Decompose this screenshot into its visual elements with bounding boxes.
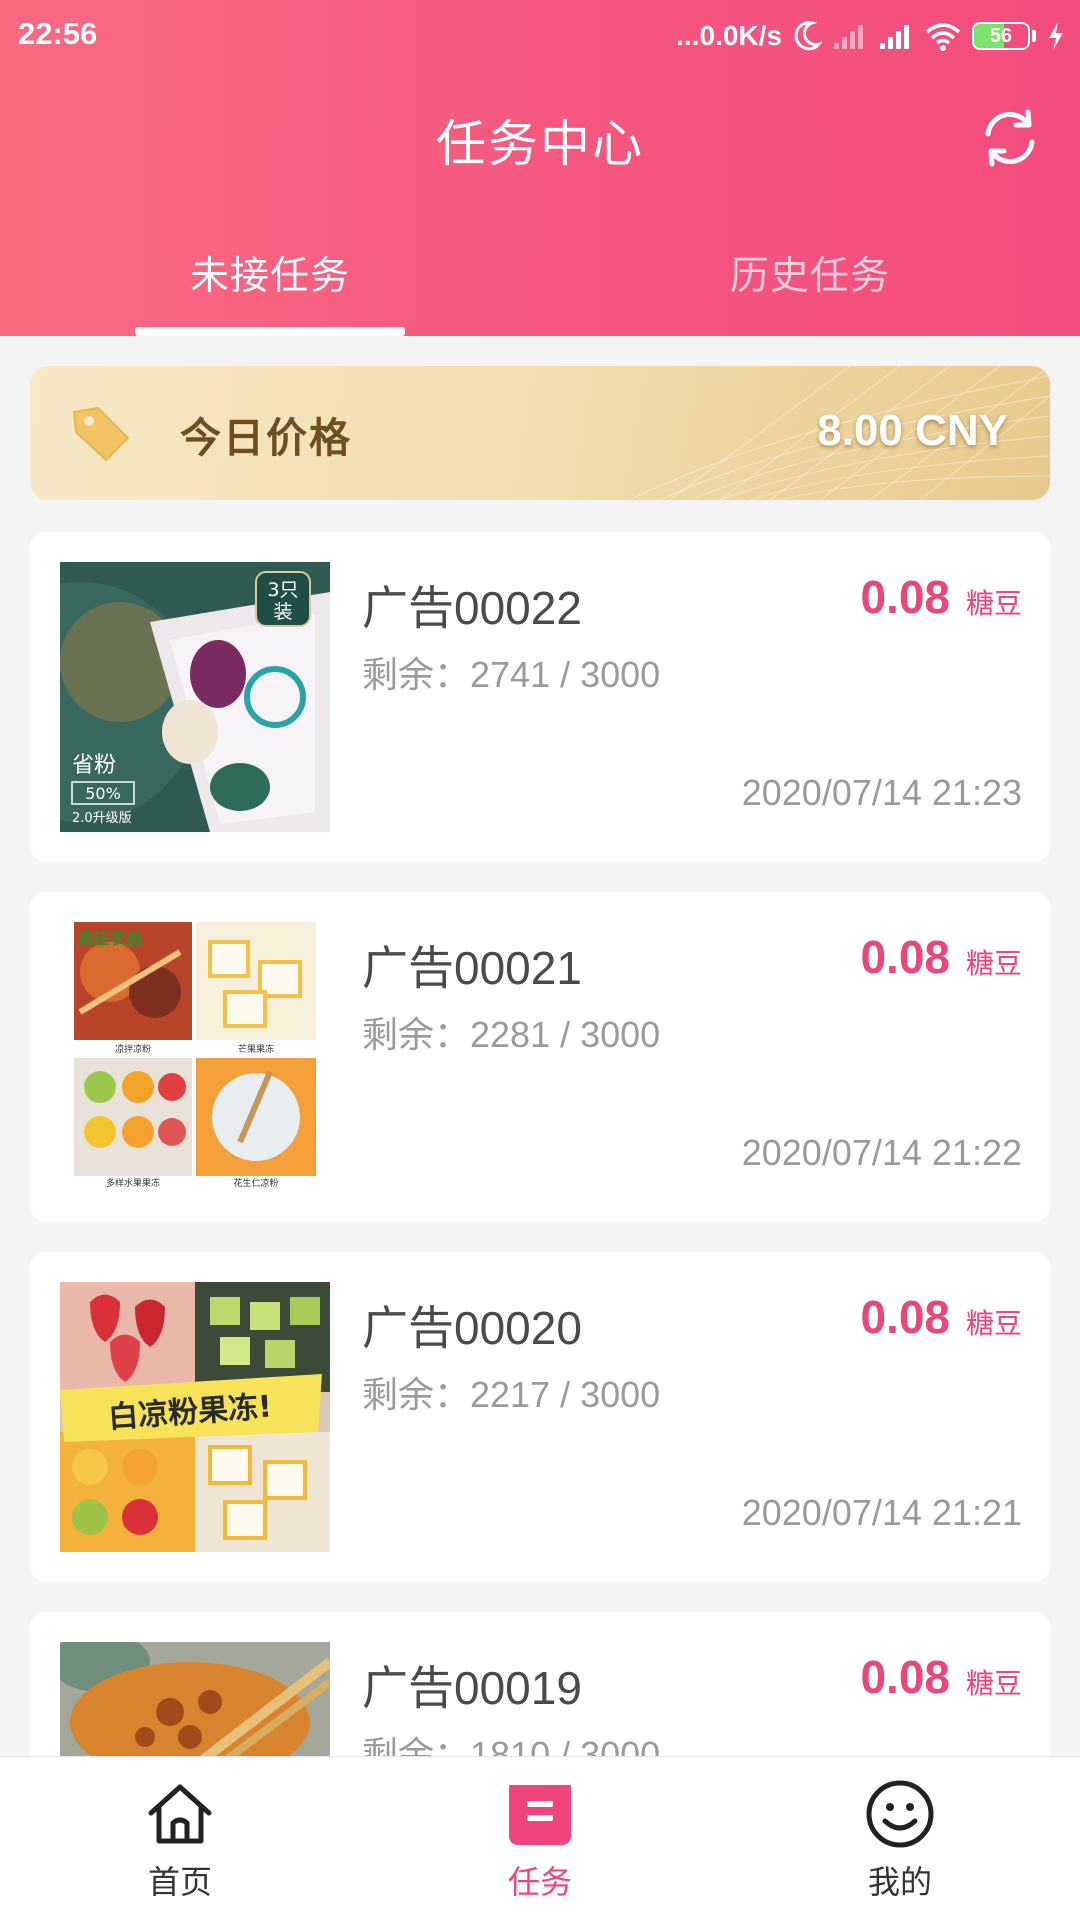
- reward-unit: 糖豆: [965, 947, 1022, 980]
- thumb-caption-4: 花生仁凉粉: [233, 1177, 278, 1189]
- tab-history-tasks[interactable]: 历史任务: [540, 245, 1080, 301]
- moon-icon: [794, 21, 822, 51]
- charging-icon: [1049, 22, 1063, 50]
- product-image-white-jelly: 白凉粉果冻!: [60, 1282, 330, 1552]
- battery-icon: 56: [972, 22, 1036, 50]
- task-title: 广告00020: [362, 1302, 582, 1354]
- product-image-sponges: 3只 装 省粉 50% 2.0升级版: [60, 562, 330, 832]
- task-time: 2020/07/14 21:22: [741, 1132, 1022, 1173]
- thumb-caption-2: 芒果果冻: [238, 1043, 274, 1055]
- thumb-brand: 森庄农品: [78, 929, 142, 948]
- reward-amount: 0.08: [860, 1651, 950, 1703]
- app-header: 22:56 ...0.0K/s 56 任务中心 未接任务 历史任务: [0, 0, 1080, 336]
- network-speed: ...0.0K/s: [676, 20, 782, 51]
- task-title: 广告00019: [362, 1662, 582, 1714]
- nav-item-tasks[interactable]: 任务: [360, 1757, 720, 1920]
- reward-unit: 糖豆: [965, 1307, 1022, 1340]
- nav-label-mine: 我的: [867, 1863, 932, 1901]
- task-reward: 0.08 糖豆: [860, 930, 1022, 984]
- task-remaining: 剩余：2741 / 3000: [362, 654, 661, 695]
- reward-amount: 0.08: [860, 1291, 950, 1343]
- task-card[interactable]: 白凉粉果冻! 广告00020 0.08 糖豆 剩余：2217 / 3000 20…: [30, 1252, 1050, 1582]
- signal-weak-icon: [834, 25, 863, 49]
- price-label: 今日价格: [180, 414, 352, 462]
- task-remaining: 剩余：2281 / 3000: [362, 1014, 661, 1055]
- task-remaining: 剩余：2217 / 3000: [362, 1374, 661, 1415]
- nav-label-tasks: 任务: [507, 1863, 572, 1901]
- nav-item-mine[interactable]: 我的: [720, 1757, 1080, 1920]
- signal-icon: [880, 25, 909, 49]
- task-reward: 0.08 糖豆: [860, 1290, 1022, 1344]
- battery-level: 56: [989, 25, 1013, 47]
- status-bar: 22:56 ...0.0K/s 56: [0, 0, 1080, 72]
- product-image-lotus-root: [60, 1642, 330, 1756]
- task-reward: 0.08 糖豆: [860, 570, 1022, 624]
- reward-unit: 糖豆: [965, 1667, 1022, 1700]
- reward-amount: 0.08: [860, 571, 950, 623]
- bottom-nav: 首页 任务 我的: [0, 1756, 1080, 1920]
- status-time: 22:56: [18, 16, 98, 51]
- reward-amount: 0.08: [860, 931, 950, 983]
- thumb-caption: 省粉: [72, 753, 116, 778]
- thumb-caption-3: 多样水果果冻: [106, 1177, 160, 1189]
- wifi-icon: [925, 23, 961, 51]
- thumb-sub: 2.0升级版: [72, 811, 132, 826]
- task-card[interactable]: 森庄农品 凉拌凉粉 芒果果冻 多样水果果冻 花生仁凉粉 广告00021 0.08…: [30, 892, 1050, 1222]
- task-card[interactable]: 3只 装 省粉 50% 2.0升级版 广告00022 0.08 糖豆 剩余：27…: [30, 532, 1050, 862]
- thumb-badge-line1: 3只: [267, 579, 298, 601]
- nav-item-home[interactable]: 首页: [0, 1757, 360, 1920]
- task-remaining: 剩余：1810 / 3000: [362, 1734, 661, 1756]
- task-reward: 0.08 糖豆: [860, 1650, 1022, 1704]
- task-list[interactable]: 3只 装 省粉 50% 2.0升级版 广告00022 0.08 糖豆 剩余：27…: [0, 500, 1080, 1756]
- status-indicators: ...0.0K/s 56: [676, 14, 1066, 58]
- today-price-banner: 今日价格 8.00 CNY: [30, 366, 1050, 500]
- task-icon: [509, 1785, 571, 1845]
- task-title: 广告00021: [362, 942, 582, 994]
- nav-label-home: 首页: [147, 1863, 212, 1901]
- task-card[interactable]: 广告00019 0.08 糖豆 剩余：1810 / 3000: [30, 1612, 1050, 1756]
- task-time: 2020/07/14 21:23: [741, 772, 1022, 813]
- product-image-jelly-collage: 森庄农品 凉拌凉粉 芒果果冻 多样水果果冻 花生仁凉粉: [60, 922, 330, 1192]
- task-time: 2020/07/14 21:21: [741, 1492, 1022, 1533]
- task-thumbnail: 森庄农品 凉拌凉粉 芒果果冻 多样水果果冻 花生仁凉粉: [60, 922, 330, 1192]
- thumb-percent: 50%: [85, 784, 121, 803]
- tab-pending-tasks[interactable]: 未接任务: [0, 245, 540, 301]
- page-title: 任务中心: [436, 115, 644, 173]
- tab-active-indicator: [135, 327, 405, 336]
- thumb-badge-line2: 装: [273, 601, 292, 623]
- thumb-caption-1: 凉拌凉粉: [115, 1043, 151, 1055]
- refresh-icon[interactable]: [976, 104, 1044, 172]
- task-title: 广告00022: [362, 582, 582, 634]
- reward-unit: 糖豆: [965, 587, 1022, 620]
- smiley-icon: [866, 1780, 934, 1848]
- task-thumbnail: 3只 装 省粉 50% 2.0升级版: [60, 562, 330, 832]
- tag-icon: [73, 407, 129, 461]
- task-thumbnail: [60, 1642, 330, 1756]
- price-value: 8.00 CNY: [817, 406, 1008, 455]
- task-thumbnail: 白凉粉果冻!: [60, 1282, 330, 1552]
- home-icon: [148, 1784, 212, 1844]
